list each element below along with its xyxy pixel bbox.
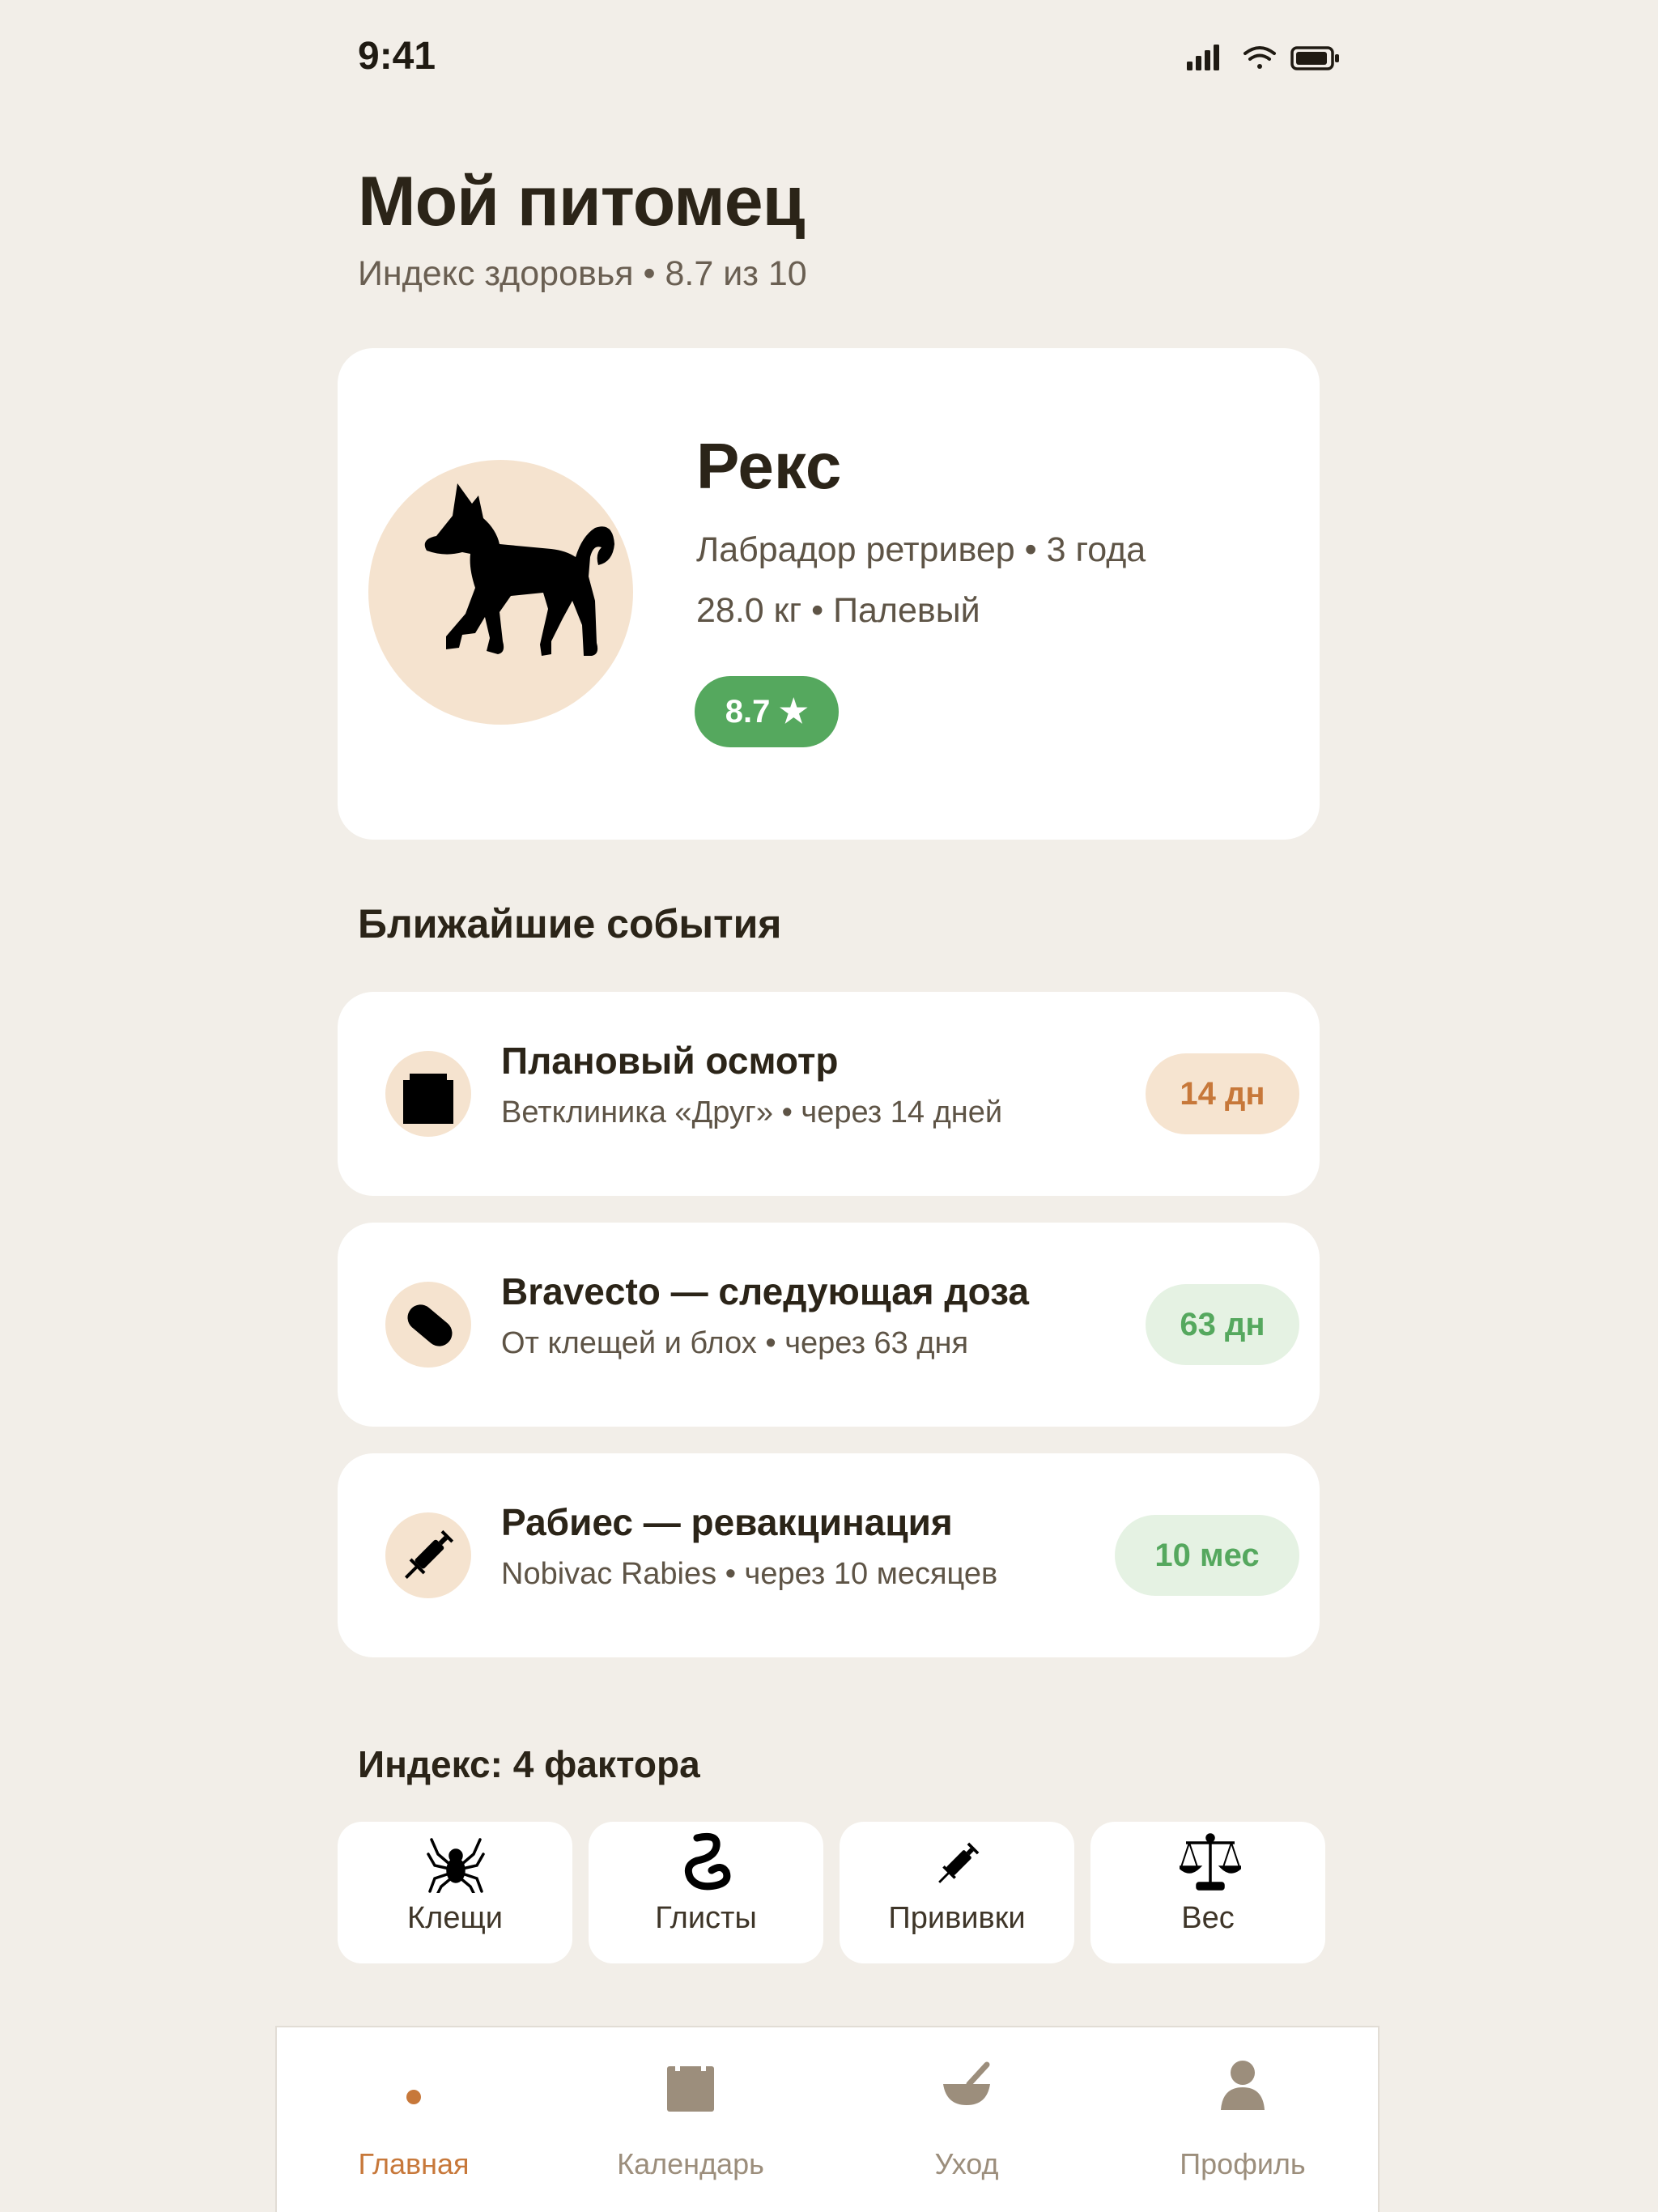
- page-subtitle: Индекс здоровья • 8.7 из 10: [358, 254, 807, 293]
- tab-label: Уход: [934, 2147, 999, 2180]
- event-icon-bg: [385, 1051, 471, 1137]
- clinic-icon: [403, 1074, 453, 1124]
- event-countdown-badge: 10 мес: [1115, 1515, 1299, 1596]
- home-dot-icon: [406, 2090, 421, 2104]
- tab-label: Календарь: [617, 2147, 764, 2180]
- event-icon-bg: [385, 1512, 471, 1598]
- signal-icon: [1187, 45, 1219, 70]
- calendar-icon: [667, 2060, 714, 2112]
- tab-profile[interactable]: Профиль: [1121, 2057, 1364, 2202]
- pet-weight-color: 28.0 кг • Палевый: [696, 591, 980, 630]
- event-countdown-badge: 63 дн: [1146, 1284, 1299, 1365]
- battery-icon: [1290, 46, 1339, 70]
- factor-label: Прививки: [888, 1901, 1026, 1935]
- tab-calendar[interactable]: Календарь: [569, 2057, 812, 2202]
- event-title: Рабиес — ревакцинация: [501, 1501, 953, 1543]
- bowl-icon: [943, 2061, 990, 2105]
- factor-label: Вес: [1181, 1901, 1235, 1935]
- status-time: 9:41: [358, 35, 436, 78]
- event-subtitle: Nobivac Rabies • через 10 месяцев: [501, 1557, 998, 1591]
- syringe-icon: [938, 1842, 980, 1883]
- factor-worms[interactable]: Глисты: [589, 1822, 823, 1963]
- event-icon-bg: [385, 1282, 471, 1368]
- tab-label: Профиль: [1180, 2147, 1306, 2180]
- page-title: Мой питомец: [358, 163, 805, 240]
- factor-weight[interactable]: Вес: [1090, 1822, 1325, 1963]
- event-title: Плановый осмотр: [501, 1040, 839, 1082]
- factor-label: Глисты: [655, 1901, 757, 1935]
- factor-label: Клещи: [407, 1901, 503, 1935]
- status-icons: [1187, 45, 1339, 70]
- events-section-title: Ближайшие события: [358, 901, 782, 946]
- pet-avatar: [368, 460, 633, 725]
- factor-vaccines[interactable]: Прививки: [840, 1822, 1074, 1963]
- factor-ticks[interactable]: Клещи: [338, 1822, 572, 1963]
- spider-icon: [427, 1838, 485, 1893]
- event-subtitle: От клещей и блох • через 63 дня: [501, 1326, 969, 1360]
- syringe-icon: [405, 1529, 454, 1579]
- pet-name: Рекс: [696, 430, 842, 502]
- worm-icon: [684, 1832, 731, 1891]
- person-icon: [1221, 2061, 1265, 2110]
- factors-section-title: Индекс: 4 фактора: [358, 1743, 700, 1785]
- wifi-icon: [1244, 46, 1276, 69]
- tab-care[interactable]: Уход: [845, 2057, 1088, 2202]
- dog-silhouette-icon: [424, 483, 614, 656]
- pill-icon: [407, 1304, 453, 1346]
- pet-breed-age: Лабрадор ретривер • 3 года: [696, 530, 1146, 569]
- pet-score-badge: 8.7 ★: [695, 676, 839, 747]
- event-countdown-badge: 14 дн: [1146, 1053, 1299, 1134]
- event-card[interactable]: Плановый осмотр Ветклиника «Друг» • чере…: [338, 992, 1320, 1196]
- tab-home[interactable]: Главная: [292, 2057, 535, 2202]
- event-title: Bravecto — следующая доза: [501, 1270, 1029, 1312]
- scales-icon: [1180, 1833, 1241, 1891]
- event-card[interactable]: Bravecto — следующая доза От клещей и бл…: [338, 1223, 1320, 1427]
- event-card[interactable]: Рабиес — ревакцинация Nobivac Rabies • ч…: [338, 1453, 1320, 1657]
- event-subtitle: Ветклиника «Друг» • через 14 дней: [501, 1095, 1003, 1129]
- tab-label: Главная: [358, 2147, 470, 2180]
